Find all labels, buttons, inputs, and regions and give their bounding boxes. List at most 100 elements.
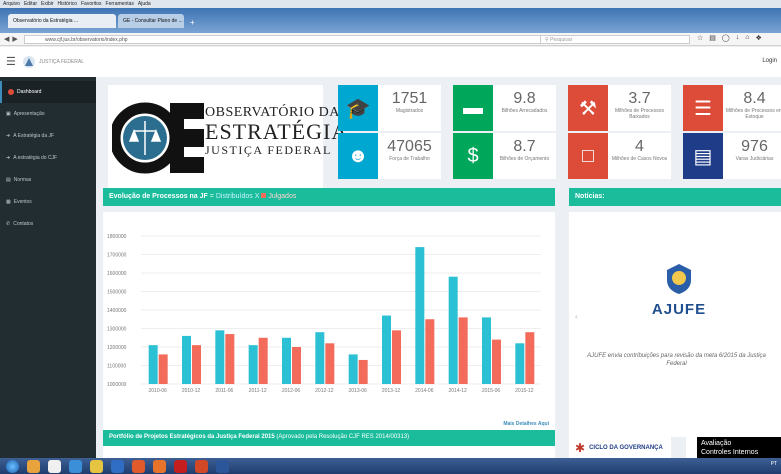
bar-julgados[interactable] bbox=[158, 354, 168, 384]
start-icon[interactable] bbox=[6, 459, 19, 473]
system-tray[interactable]: PT bbox=[771, 461, 777, 467]
chart-panel-header: Evolução de Processos na JF = Distribuíd… bbox=[103, 188, 555, 206]
stat-card: 🎓 1751 Magistrados bbox=[338, 85, 441, 131]
bar-distribudos[interactable] bbox=[182, 335, 191, 384]
y-tick-label: 1600000 bbox=[107, 271, 127, 277]
x-tick-label: 2015-12 bbox=[515, 388, 534, 394]
word-icon[interactable] bbox=[216, 459, 229, 473]
windows-taskbar: PT bbox=[0, 458, 781, 474]
stat-label: Força de Trabalho bbox=[389, 156, 430, 162]
shield-icon[interactable]: ◯ bbox=[722, 34, 730, 42]
portfolio-header: Portfólio de Projetos Estratégicos da Ju… bbox=[103, 430, 555, 446]
bar-distribudos[interactable] bbox=[215, 330, 225, 384]
stat-card: ▤ 976 Varas Judiciárias bbox=[683, 133, 781, 179]
new-tab-button[interactable]: + bbox=[190, 18, 195, 27]
sidebar-item-estrategia-jf[interactable]: ➜ A Estratégia da JF bbox=[0, 125, 96, 147]
bar-julgados[interactable] bbox=[425, 319, 435, 384]
sidebar-item-label: Dashboard bbox=[17, 89, 42, 95]
home-icon[interactable]: ⌂ bbox=[745, 34, 749, 42]
calendar-icon: ▦ bbox=[6, 199, 11, 205]
extension-icon[interactable]: ❖ bbox=[755, 34, 761, 42]
bar-julgados[interactable] bbox=[292, 347, 301, 384]
stat-body: 9.8 Bilhões Arrecadados bbox=[493, 85, 556, 131]
news-prev-icon[interactable]: ‹ bbox=[575, 312, 578, 321]
stat-body: 1751 Magistrados bbox=[378, 85, 441, 131]
back-icon[interactable]: ◀ bbox=[4, 35, 9, 43]
ie-icon[interactable] bbox=[69, 459, 82, 473]
bar-julgados[interactable] bbox=[458, 317, 468, 384]
stat-label: Milhões de Processos em Estoque bbox=[725, 108, 781, 120]
bar-julgados[interactable] bbox=[525, 332, 535, 384]
stat-card: ☻ 47065 Força de Trabalho bbox=[338, 133, 441, 179]
powerpoint-icon[interactable] bbox=[195, 459, 208, 473]
app-icon[interactable] bbox=[132, 459, 145, 473]
sidebar-item-normas[interactable]: ▤ Normas bbox=[0, 169, 96, 191]
notification-popup[interactable]: Avaliação Controles Internos bbox=[697, 437, 781, 458]
x-tick-label: 2012-12 bbox=[315, 388, 334, 394]
tab-observatorio[interactable]: Observatório da Estratégia ... bbox=[8, 14, 116, 28]
x-tick-label: 2010-12 bbox=[182, 388, 201, 394]
stat-value: 1751 bbox=[391, 90, 428, 107]
explorer-icon[interactable] bbox=[27, 459, 40, 473]
bar-distribudos[interactable] bbox=[315, 332, 325, 384]
sidebar: Dashboard ▣ Apresentação ➜ A Estratégia … bbox=[0, 77, 96, 465]
menu-toggle-icon[interactable]: ☰ bbox=[6, 55, 16, 68]
login-link[interactable]: Login bbox=[762, 58, 777, 64]
sidebar-item-estrategia-cjf[interactable]: ➜ A estratégia do CJF bbox=[0, 147, 96, 169]
stat-body: 976 Varas Judiciárias bbox=[723, 133, 781, 179]
stat-value: 8.7 bbox=[513, 138, 536, 155]
more-details-link[interactable]: Mais Detalhes Aqui bbox=[503, 421, 549, 427]
bar-distribudos[interactable] bbox=[282, 337, 291, 384]
sidebar-item-contatos[interactable]: ✆ Contatos bbox=[0, 213, 96, 235]
bar-distribudos[interactable] bbox=[415, 247, 425, 384]
acrobat-icon[interactable] bbox=[174, 459, 187, 473]
sidebar-item-eventos[interactable]: ▦ Eventos bbox=[0, 191, 96, 213]
bar-julgados[interactable] bbox=[358, 359, 368, 384]
bar-distribudos[interactable] bbox=[348, 354, 358, 384]
forward-icon[interactable]: ▶ bbox=[12, 35, 17, 43]
menu-item[interactable]: Arquivo bbox=[3, 1, 20, 7]
bar-distribudos[interactable] bbox=[382, 315, 391, 384]
sidebar-item-label: Apresentação bbox=[13, 111, 45, 117]
media-icon[interactable] bbox=[48, 459, 61, 473]
legend-julgados: Julgados bbox=[268, 193, 297, 200]
menu-item[interactable]: Favoritos bbox=[81, 1, 102, 7]
bar-julgados[interactable] bbox=[225, 334, 235, 384]
search-input[interactable]: ⚲ Pesquisar bbox=[540, 35, 690, 44]
outlook-icon[interactable] bbox=[111, 459, 124, 473]
y-tick-label: 1200000 bbox=[107, 345, 127, 351]
menu-item[interactable]: Editar bbox=[24, 1, 37, 7]
news-caption[interactable]: AJUFE envia contribuições para revisão d… bbox=[579, 352, 774, 368]
bar-distribudos[interactable] bbox=[448, 276, 458, 384]
x-tick-label: 2013-12 bbox=[382, 388, 401, 394]
bar-distribudos[interactable] bbox=[248, 345, 258, 384]
sidebar-item-dashboard[interactable]: Dashboard bbox=[0, 81, 96, 103]
clipboard-icon[interactable]: ▤ bbox=[709, 34, 716, 42]
url-input[interactable]: www.cjf.jus.br/observatorio/index.php bbox=[24, 35, 544, 44]
menu-item[interactable]: Histórico bbox=[58, 1, 77, 7]
bar-julgados[interactable] bbox=[192, 345, 201, 384]
stat-value: 47065 bbox=[387, 138, 432, 155]
tab-ge-consultar[interactable]: GE - Consultar Plano de ... bbox=[118, 14, 184, 28]
bar-distribudos[interactable] bbox=[482, 317, 491, 384]
bar-julgados[interactable] bbox=[492, 339, 501, 384]
bar-julgados[interactable] bbox=[325, 343, 335, 384]
bar-distribudos[interactable] bbox=[515, 343, 525, 384]
y-tick-label: 1800000 bbox=[107, 234, 127, 240]
download-icon[interactable]: ↓ bbox=[736, 34, 740, 42]
brand[interactable]: JUSTIÇA FEDERAL bbox=[22, 55, 84, 69]
bar-julgados[interactable] bbox=[392, 330, 401, 384]
bar-distribudos[interactable] bbox=[148, 345, 158, 384]
x-tick-label: 2013-06 bbox=[348, 388, 367, 394]
bar-julgados[interactable] bbox=[258, 337, 268, 384]
star-icon[interactable]: ☆ bbox=[697, 34, 703, 42]
institution-icon: ▤ bbox=[683, 133, 723, 179]
firefox-icon[interactable] bbox=[153, 459, 166, 473]
menu-item[interactable]: Exibir bbox=[41, 1, 54, 7]
sidebar-item-apresentacao[interactable]: ▣ Apresentação bbox=[0, 103, 96, 125]
menu-item[interactable]: Ferramentas bbox=[106, 1, 134, 7]
chrome-icon[interactable] bbox=[90, 459, 103, 473]
logo-line3: JUSTIÇA FEDERAL bbox=[205, 143, 332, 157]
menu-item[interactable]: Ajuda bbox=[138, 1, 151, 7]
dashboard-icon bbox=[8, 89, 14, 95]
